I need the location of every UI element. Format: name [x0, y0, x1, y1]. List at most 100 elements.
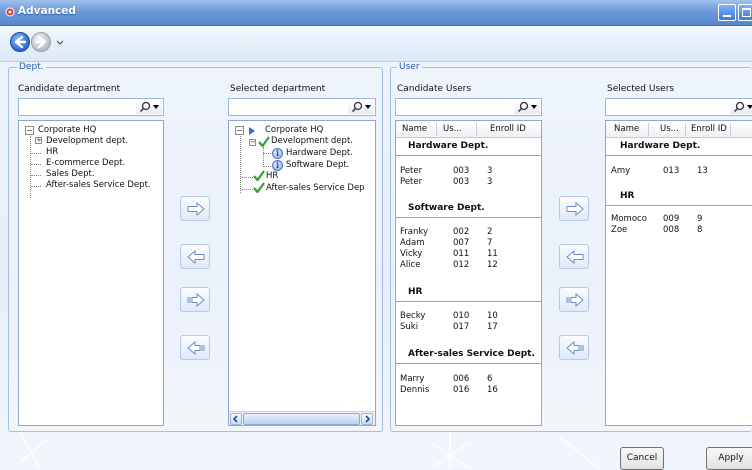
move-all-right-icon	[187, 293, 205, 307]
chevron-right-icon	[365, 415, 371, 423]
chevron-down-icon	[153, 105, 159, 109]
column-separator[interactable]	[476, 123, 477, 136]
column-separator[interactable]	[436, 123, 437, 136]
tree-node-development[interactable]: Development dept.	[271, 136, 353, 147]
column-header-name[interactable]: Name	[402, 124, 427, 134]
column-separator[interactable]	[730, 123, 731, 136]
tree-node-ecommerce[interactable]: E-commerce Dept.	[46, 158, 125, 169]
chevron-down-icon	[365, 105, 371, 109]
tree-node-after-sales[interactable]: After-sales Service Dept.	[46, 180, 151, 191]
user-name[interactable]: Zoe	[611, 225, 627, 235]
remove-all-users-button[interactable]	[559, 335, 589, 360]
collapse-icon[interactable]: −	[25, 126, 34, 135]
candidate-department-search-input[interactable]	[20, 100, 136, 114]
tree-node-development[interactable]: Development dept.	[46, 136, 128, 147]
column-header-user[interactable]: Us...	[443, 124, 462, 134]
gear-icon	[5, 7, 15, 17]
column-header-user[interactable]: Us...	[660, 124, 679, 134]
user-group-label: User	[397, 62, 422, 72]
scroll-right-button[interactable]	[361, 413, 373, 425]
user-number: 009	[663, 214, 680, 224]
tree-node-corporate-hq[interactable]: Corporate HQ	[38, 125, 96, 136]
scroll-left-button[interactable]	[230, 413, 242, 425]
collapse-icon[interactable]: −	[249, 139, 256, 146]
user-number: 011	[453, 249, 470, 259]
user-name[interactable]: Franky	[400, 227, 428, 237]
back-button[interactable]	[10, 32, 30, 52]
user-name[interactable]: Amy	[611, 166, 630, 176]
column-header-name[interactable]: Name	[614, 124, 639, 134]
user-number: 008	[663, 225, 680, 235]
tree-node-sales[interactable]: Sales Dept.	[46, 169, 95, 180]
tree-connector	[240, 136, 241, 193]
enroll-id: 12	[487, 260, 498, 270]
candidate-users-search-input[interactable]	[397, 100, 514, 114]
check-icon	[258, 136, 270, 147]
user-name[interactable]: Vicky	[400, 249, 422, 259]
minimize-button[interactable]	[718, 4, 736, 21]
add-user-button[interactable]	[559, 196, 589, 221]
enroll-id: 7	[487, 238, 493, 248]
add-department-button[interactable]	[180, 196, 210, 221]
user-name[interactable]: Suki	[400, 322, 418, 332]
enroll-id: 13	[697, 166, 708, 176]
column-header-enroll-id[interactable]: Enroll ID	[691, 124, 727, 134]
selected-users-search	[605, 98, 752, 116]
selected-department-search-button[interactable]	[348, 100, 374, 114]
chevron-down-icon[interactable]	[55, 35, 65, 49]
user-name[interactable]: Peter	[400, 166, 422, 176]
candidate-users-search	[395, 98, 542, 116]
column-separator[interactable]	[648, 123, 649, 136]
group-title: Hardware Dept.	[408, 141, 489, 151]
column-separator[interactable]	[685, 123, 686, 136]
move-right-icon	[566, 202, 584, 216]
tree-connector	[31, 175, 41, 176]
tree-node-corporate-hq[interactable]: Corporate HQ	[265, 125, 323, 136]
maximize-button[interactable]	[738, 4, 752, 21]
remove-user-button[interactable]	[559, 244, 589, 269]
forward-button[interactable]	[31, 32, 51, 52]
user-name[interactable]: Adam	[400, 238, 425, 248]
search-icon	[733, 101, 745, 113]
collapse-icon[interactable]: −	[235, 126, 244, 135]
user-name[interactable]: Alice	[400, 260, 420, 270]
enroll-id: 2	[487, 227, 493, 237]
candidate-department-search-button[interactable]	[136, 100, 162, 114]
column-header-enroll-id[interactable]: Enroll ID	[490, 124, 526, 134]
add-all-users-button[interactable]	[559, 287, 589, 312]
tree-node-hardware[interactable]: Hardware Dept.	[286, 148, 353, 159]
remove-department-button[interactable]	[180, 244, 210, 269]
group-divider	[396, 301, 541, 302]
horizontal-scrollbar[interactable]	[229, 411, 375, 425]
cancel-button[interactable]: Cancel	[620, 447, 664, 470]
user-name[interactable]: Dennis	[400, 385, 429, 395]
selected-department-search-input[interactable]	[230, 100, 348, 114]
group-divider	[396, 155, 541, 156]
list-header: Name Us... Enroll ID	[396, 121, 541, 138]
tree-connector	[263, 147, 264, 167]
tree-node-software[interactable]: Software Dept.	[286, 160, 349, 171]
search-icon	[351, 101, 363, 113]
tree-node-hr[interactable]: HR	[46, 147, 58, 158]
apply-button[interactable]: Apply	[706, 447, 752, 470]
expand-icon[interactable]: +	[35, 137, 42, 144]
user-name[interactable]: Becky	[400, 311, 425, 321]
user-number: 016	[453, 385, 470, 395]
candidate-users-search-button[interactable]	[514, 100, 540, 114]
selected-users-label: Selected Users	[607, 84, 675, 94]
selected-users-search-button[interactable]	[730, 100, 752, 114]
scrollbar-thumb[interactable]	[243, 413, 360, 425]
search-icon	[517, 101, 529, 113]
group-title: Hardware Dept.	[620, 141, 701, 151]
tree-node-after-sales[interactable]: After-sales Service Dep	[266, 183, 365, 194]
user-name[interactable]: Peter	[400, 177, 422, 187]
tree-node-hr[interactable]: HR	[266, 171, 278, 182]
group-divider	[396, 363, 541, 364]
move-left-icon	[566, 250, 584, 264]
user-name[interactable]: Marry	[400, 374, 424, 384]
add-all-departments-button[interactable]	[180, 287, 210, 312]
user-name[interactable]: Momoco	[611, 214, 647, 224]
remove-all-departments-button[interactable]	[180, 335, 210, 360]
selected-users-search-input[interactable]	[607, 100, 719, 114]
user-number: 003	[453, 177, 470, 187]
